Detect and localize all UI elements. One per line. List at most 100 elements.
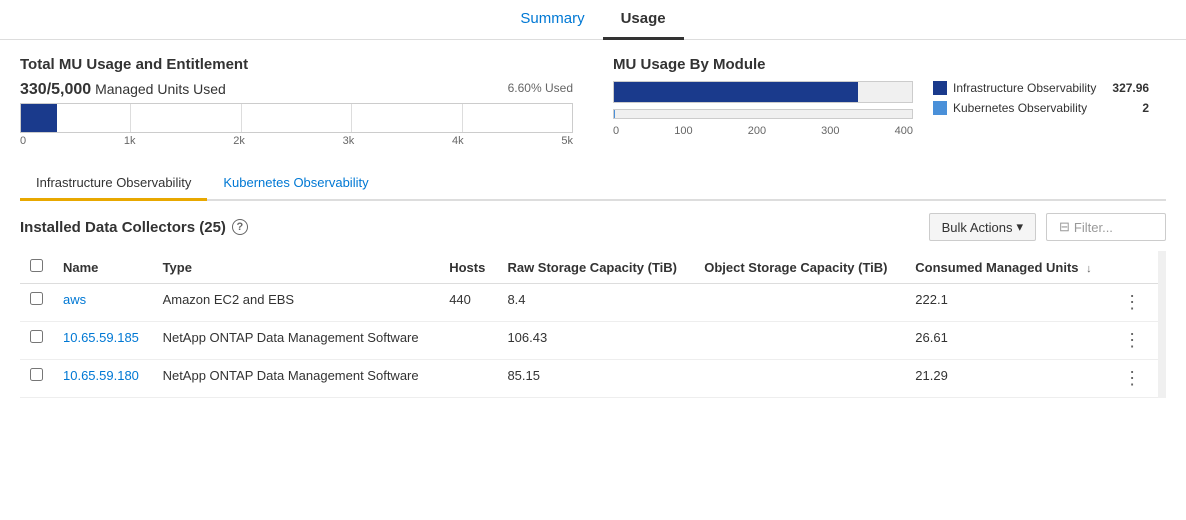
mu-by-module-title: MU Usage By Module bbox=[613, 56, 1166, 73]
legend-row-infra: Infrastructure Observability 327.96 bbox=[933, 81, 1149, 95]
row-2-raw-storage: 106.43 bbox=[497, 322, 694, 360]
module-bar-bg-k8s bbox=[613, 109, 913, 119]
row-3-consumed-mu: 21.29 bbox=[905, 360, 1109, 398]
bar-chart-fill bbox=[21, 104, 57, 132]
module-legend: Infrastructure Observability 327.96 Kube… bbox=[933, 81, 1149, 121]
module-label-400: 400 bbox=[895, 125, 913, 137]
module-bar-infra bbox=[613, 81, 913, 103]
section-header: Installed Data Collectors (25) ? Bulk Ac… bbox=[20, 213, 1166, 241]
bulk-actions-label: Bulk Actions bbox=[942, 220, 1013, 235]
help-icon[interactable]: ? bbox=[232, 219, 248, 235]
module-bar-k8s bbox=[613, 109, 913, 119]
col-header-actions bbox=[1109, 251, 1158, 284]
filter-placeholder: Filter... bbox=[1074, 220, 1113, 235]
top-tabs: Summary Usage bbox=[0, 0, 1186, 40]
row-3-menu-icon[interactable]: ⋮ bbox=[1119, 368, 1146, 388]
row-2-checkbox-cell bbox=[20, 322, 53, 360]
table-wrapper: Name Type Hosts Raw Storage Capacity (Ti… bbox=[20, 251, 1166, 398]
module-label-100: 100 bbox=[674, 125, 692, 137]
bar-dividers bbox=[21, 104, 572, 132]
charts-row: Total MU Usage and Entitlement 330/5,000… bbox=[20, 56, 1166, 147]
bar-label-2k: 2k bbox=[233, 135, 245, 147]
table-header-row: Name Type Hosts Raw Storage Capacity (Ti… bbox=[20, 251, 1158, 284]
row-3-raw-storage: 85.15 bbox=[497, 360, 694, 398]
bar-divider-5 bbox=[463, 104, 572, 132]
col-header-name: Name bbox=[53, 251, 153, 284]
header-actions: Bulk Actions ▾ ⊟ Filter... bbox=[929, 213, 1166, 241]
mu-by-module-section: MU Usage By Module bbox=[613, 56, 1166, 147]
module-bar-fill-infra bbox=[614, 82, 858, 102]
tab-usage[interactable]: Usage bbox=[603, 0, 684, 40]
row-2-menu: ⋮ bbox=[1109, 322, 1158, 360]
row-1-name-link[interactable]: aws bbox=[63, 292, 86, 307]
data-table: Name Type Hosts Raw Storage Capacity (Ti… bbox=[20, 251, 1158, 398]
bar-label-0: 0 bbox=[20, 135, 26, 147]
row-1-raw-storage: 8.4 bbox=[497, 284, 694, 322]
bulk-actions-button[interactable]: Bulk Actions ▾ bbox=[929, 213, 1036, 241]
legend-row-k8s: Kubernetes Observability 2 bbox=[933, 101, 1149, 115]
col-header-raw-storage: Raw Storage Capacity (TiB) bbox=[497, 251, 694, 284]
bar-label-5k: 5k bbox=[561, 135, 573, 147]
row-3-name: 10.65.59.180 bbox=[53, 360, 153, 398]
sub-tab-infra[interactable]: Infrastructure Observability bbox=[20, 167, 207, 201]
bar-label-1k: 1k bbox=[124, 135, 136, 147]
sort-icon: ↓ bbox=[1086, 263, 1092, 275]
sub-tab-k8s[interactable]: Kubernetes Observability bbox=[207, 167, 384, 201]
row-1-menu-icon[interactable]: ⋮ bbox=[1119, 292, 1146, 312]
row-3-name-link[interactable]: 10.65.59.180 bbox=[63, 368, 139, 383]
total-mu-bar bbox=[20, 103, 573, 133]
row-2-type: NetApp ONTAP Data Management Software bbox=[153, 322, 440, 360]
row-3-checkbox-cell bbox=[20, 360, 53, 398]
mu-percent: 6.60% Used bbox=[508, 81, 573, 95]
filter-button[interactable]: ⊟ Filter... bbox=[1046, 213, 1166, 241]
select-all-checkbox[interactable] bbox=[30, 259, 43, 272]
row-1-checkbox-cell bbox=[20, 284, 53, 322]
row-3-menu: ⋮ bbox=[1109, 360, 1158, 398]
bar-label-4k: 4k bbox=[452, 135, 464, 147]
module-bar-fill-k8s bbox=[614, 110, 615, 118]
row-1-name: aws bbox=[53, 284, 153, 322]
col-header-hosts: Hosts bbox=[439, 251, 497, 284]
section-title-text: Installed Data Collectors (25) bbox=[20, 219, 226, 236]
bar-divider-3 bbox=[242, 104, 352, 132]
row-1-hosts: 440 bbox=[439, 284, 497, 322]
row-2-object-storage bbox=[694, 322, 905, 360]
total-mu-section: Total MU Usage and Entitlement 330/5,000… bbox=[20, 56, 573, 147]
bar-label-3k: 3k bbox=[343, 135, 355, 147]
table-head: Name Type Hosts Raw Storage Capacity (Ti… bbox=[20, 251, 1158, 284]
bar-labels: 0 1k 2k 3k 4k 5k bbox=[20, 135, 573, 147]
row-2-menu-icon[interactable]: ⋮ bbox=[1119, 330, 1146, 350]
main-content: Total MU Usage and Entitlement 330/5,000… bbox=[0, 40, 1186, 414]
module-bar-bg-infra bbox=[613, 81, 913, 103]
sub-tabs: Infrastructure Observability Kubernetes … bbox=[20, 167, 1166, 201]
legend-label-k8s: Kubernetes Observability bbox=[953, 101, 1126, 115]
row-1-menu: ⋮ bbox=[1109, 284, 1158, 322]
module-label-300: 300 bbox=[821, 125, 839, 137]
legend-value-infra: 327.96 bbox=[1112, 81, 1149, 95]
filter-icon: ⊟ bbox=[1059, 219, 1070, 235]
legend-value-k8s: 2 bbox=[1142, 101, 1149, 115]
table-row: 10.65.59.180 NetApp ONTAP Data Managemen… bbox=[20, 360, 1158, 398]
module-chart-area: 0 100 200 300 400 Infrastructure Observa… bbox=[613, 81, 1166, 137]
col-header-type: Type bbox=[153, 251, 440, 284]
row-2-name-link[interactable]: 10.65.59.185 bbox=[63, 330, 139, 345]
row-2-consumed-mu: 26.61 bbox=[905, 322, 1109, 360]
legend-color-infra bbox=[933, 81, 947, 95]
mu-used-label: Managed Units Used bbox=[95, 81, 226, 97]
module-label-0: 0 bbox=[613, 125, 619, 137]
col-header-consumed-mu[interactable]: Consumed Managed Units ↓ bbox=[905, 251, 1109, 284]
row-1-checkbox[interactable] bbox=[30, 292, 43, 305]
mu-numbers: 330/5,000 Managed Units Used 6.60% Used bbox=[20, 81, 573, 99]
row-2-checkbox[interactable] bbox=[30, 330, 43, 343]
legend-label-infra: Infrastructure Observability bbox=[953, 81, 1096, 95]
bar-divider-4 bbox=[352, 104, 462, 132]
row-3-checkbox[interactable] bbox=[30, 368, 43, 381]
module-chart-bars: 0 100 200 300 400 bbox=[613, 81, 913, 137]
mu-used-value: 330/5,000 bbox=[20, 81, 91, 98]
total-mu-title: Total MU Usage and Entitlement bbox=[20, 56, 573, 73]
tab-summary[interactable]: Summary bbox=[502, 0, 602, 40]
module-label-200: 200 bbox=[748, 125, 766, 137]
section-title: Installed Data Collectors (25) ? bbox=[20, 219, 248, 236]
row-2-hosts bbox=[439, 322, 497, 360]
row-2-name: 10.65.59.185 bbox=[53, 322, 153, 360]
